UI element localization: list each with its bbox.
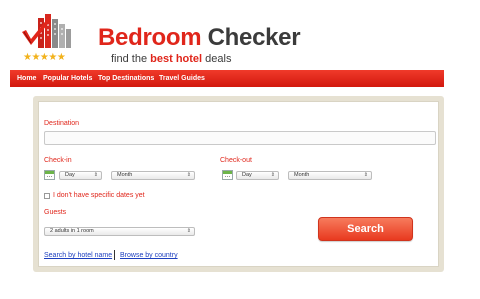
main-nav: Home Popular Hotels Top Destinations Tra…	[10, 70, 444, 87]
checkout-month-value: Month	[294, 172, 310, 178]
destination-input[interactable]	[44, 131, 436, 145]
checkin-label: Check-in	[44, 157, 72, 164]
updown-arrow-icon: ⇕	[186, 228, 191, 234]
nav-item-home[interactable]: Home	[17, 70, 36, 87]
checkout-month-select[interactable]: Month ⇕	[288, 171, 372, 180]
checkin-day-select[interactable]: Day ⇕	[59, 171, 102, 180]
nav-item-popular-hotels[interactable]: Popular Hotels	[43, 70, 92, 87]
tagline-part1: find the	[111, 53, 151, 65]
updown-arrow-icon: ⇕	[363, 172, 368, 178]
search-panel	[33, 96, 444, 272]
checkin-month-select[interactable]: Month ⇕	[111, 171, 195, 180]
guests-label: Guests	[44, 209, 67, 216]
nav-item-travel-guides[interactable]: Travel Guides	[159, 70, 205, 87]
checkout-day-select[interactable]: Day ⇕	[236, 171, 279, 180]
updown-arrow-icon: ⇕	[186, 172, 191, 178]
tagline-highlight: best hotel	[150, 53, 203, 65]
search-panel-inner	[38, 101, 439, 267]
updown-arrow-icon: ⇕	[270, 172, 275, 178]
brand-title-word1: Bedroom	[98, 24, 202, 51]
checkin-calendar-icon[interactable]	[44, 170, 55, 180]
checkout-label: Check-out	[220, 157, 252, 164]
nav-item-top-destinations[interactable]: Top Destinations	[98, 70, 154, 87]
brand-title: Bedroom Checker	[98, 24, 301, 51]
checkout-day-value: Day	[242, 172, 252, 178]
no-dates-label[interactable]: I don't have specific dates yet	[53, 191, 145, 200]
brand-title-word2: Checker	[207, 24, 301, 51]
link-divider	[114, 250, 115, 260]
updown-arrow-icon: ⇕	[93, 172, 98, 178]
no-dates-checkbox[interactable]	[44, 193, 50, 199]
checkin-day-value: Day	[65, 172, 75, 178]
browse-by-country-link[interactable]: Browse by country	[120, 251, 178, 260]
checkout-calendar-icon[interactable]	[222, 170, 233, 180]
tagline-part2: deals	[202, 53, 232, 65]
guests-value: 2 adults in 1 room	[50, 228, 94, 234]
search-button[interactable]: Search	[318, 217, 413, 241]
site-logo[interactable]: ★★★★★ Bedroom Checker find the best hote…	[18, 10, 301, 66]
brand-tagline: find the best hotel deals	[111, 53, 231, 66]
destination-label: Destination	[44, 120, 80, 127]
search-by-hotel-name-link[interactable]: Search by hotel name	[44, 251, 112, 260]
checkin-month-value: Month	[117, 172, 133, 178]
rating-stars: ★★★★★	[23, 52, 66, 63]
guests-select[interactable]: 2 adults in 1 room ⇕	[44, 227, 195, 236]
